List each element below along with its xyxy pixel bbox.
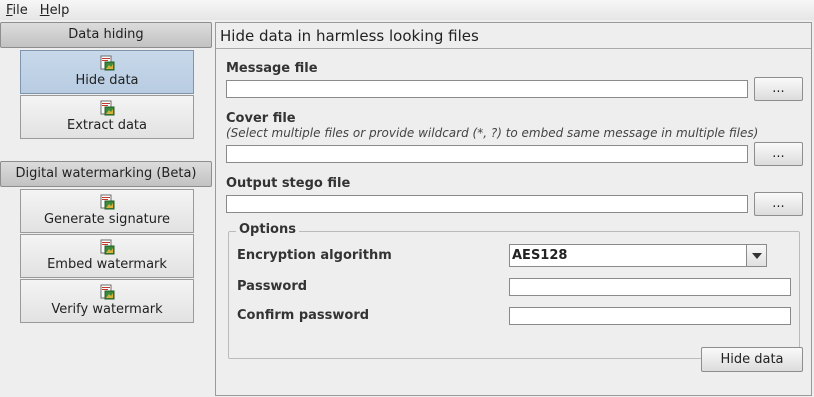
output-stego-file-label: Output stego file bbox=[226, 176, 351, 191]
cover-file-browse-button[interactable]: ... bbox=[754, 142, 803, 166]
panel-title: Hide data in harmless looking files bbox=[216, 23, 811, 49]
chevron-down-icon[interactable] bbox=[746, 245, 766, 266]
sidebar-item-label: Embed watermark bbox=[47, 257, 167, 272]
document-image-icon bbox=[99, 284, 115, 300]
sidebar-item-label: Extract data bbox=[67, 118, 147, 133]
encryption-algorithm-value: AES128 bbox=[512, 248, 568, 263]
document-image-icon bbox=[99, 194, 115, 210]
cover-file-label: Cover file bbox=[226, 111, 296, 126]
sidebar-item-label: Generate signature bbox=[43, 212, 171, 227]
sidebar-item-verify-watermark[interactable]: Verify watermark bbox=[20, 279, 194, 323]
message-file-browse-button[interactable]: ... bbox=[754, 77, 803, 101]
menu-file[interactable]: File bbox=[6, 3, 28, 18]
menu-bar: File Help bbox=[0, 0, 814, 20]
sidebar-item-label: Verify watermark bbox=[51, 302, 163, 317]
main-panel: Hide data in harmless looking files Mess… bbox=[215, 22, 812, 396]
confirm-password-label: Confirm password bbox=[237, 308, 370, 323]
document-image-icon bbox=[99, 55, 115, 71]
cover-file-hint: (Select multiple files or provide wildca… bbox=[226, 126, 759, 140]
output-stego-file-input[interactable] bbox=[226, 195, 748, 213]
encryption-algorithm-label: Encryption algorithm bbox=[237, 248, 392, 263]
sidebar-item-extract-data[interactable]: Extract data bbox=[20, 95, 194, 139]
message-file-input[interactable] bbox=[226, 80, 748, 98]
document-image-icon bbox=[99, 239, 115, 255]
sidebar: Data hiding Hide data Extract data Digit… bbox=[0, 22, 214, 397]
document-image-icon bbox=[99, 100, 115, 116]
options-legend: Options bbox=[236, 222, 299, 237]
group-header-digital-watermarking[interactable]: Digital watermarking (Beta) bbox=[0, 161, 212, 187]
confirm-password-input[interactable] bbox=[509, 307, 791, 325]
encryption-algorithm-select[interactable]: AES128 bbox=[509, 244, 767, 267]
sidebar-item-label: Hide data bbox=[75, 73, 139, 88]
message-file-label: Message file bbox=[226, 61, 318, 76]
password-input[interactable] bbox=[509, 278, 791, 296]
cover-file-input[interactable] bbox=[226, 145, 748, 163]
sidebar-item-hide-data[interactable]: Hide data bbox=[20, 50, 194, 94]
menu-help[interactable]: Help bbox=[40, 3, 70, 18]
password-label: Password bbox=[237, 279, 308, 294]
sidebar-item-generate-signature[interactable]: Generate signature bbox=[20, 189, 194, 233]
sidebar-item-embed-watermark[interactable]: Embed watermark bbox=[20, 234, 194, 278]
group-header-data-hiding[interactable]: Data hiding bbox=[0, 22, 212, 48]
output-stego-file-browse-button[interactable]: ... bbox=[754, 192, 803, 216]
hide-data-button[interactable]: Hide data bbox=[701, 347, 803, 372]
